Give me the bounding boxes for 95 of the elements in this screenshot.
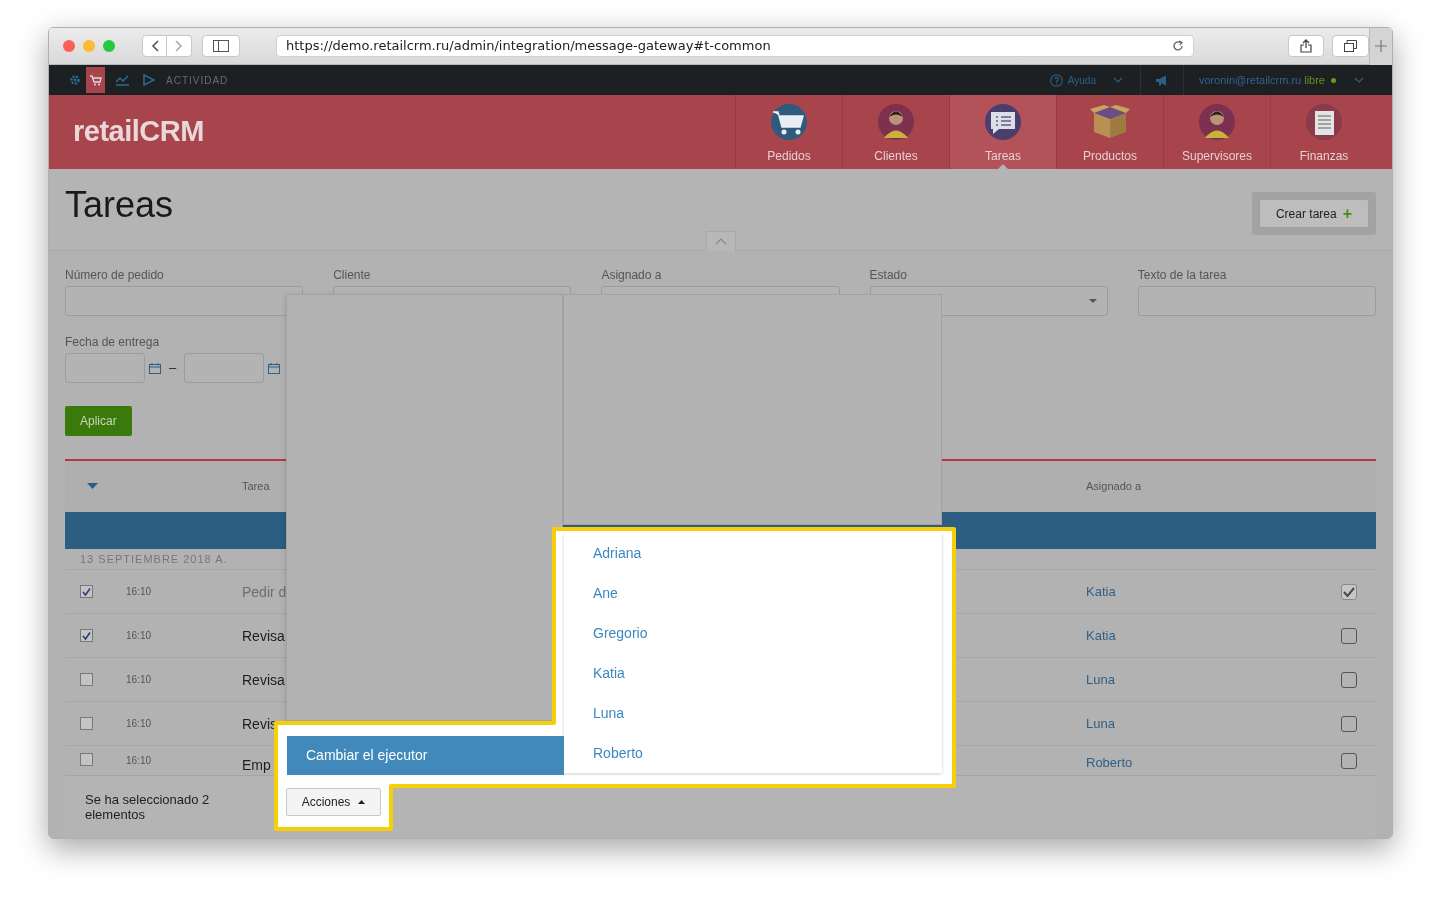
done-checkbox[interactable] — [1341, 671, 1357, 688]
row-checkbox[interactable] — [80, 753, 93, 766]
chevron-up-icon — [715, 238, 727, 245]
share-icon — [1300, 39, 1313, 53]
field-label: Texto de la tarea — [1137, 268, 1228, 282]
chevron-down-icon[interactable] — [1354, 77, 1364, 83]
sort-caret-icon[interactable] — [87, 483, 98, 489]
time-cell-text: 16:10 — [126, 754, 153, 768]
task-cell[interactable]: Emp — [242, 757, 271, 773]
assignee-cell[interactable]: Katia — [1086, 581, 1341, 602]
row-checkbox[interactable] — [80, 585, 93, 598]
logo[interactable]: retailCRM — [73, 110, 204, 154]
chart-icon[interactable] — [116, 74, 129, 86]
address-field[interactable]: https://demo.retailcrm.ru/admin/integration/message-gateway#t-common — [275, 35, 1195, 57]
done-checkbox[interactable] — [1341, 627, 1357, 644]
sidebar-button[interactable] — [202, 35, 240, 57]
check-icon — [82, 631, 91, 640]
nav-tab[interactable]: Supervisores — [1163, 95, 1270, 169]
person-icon — [1198, 103, 1236, 141]
assignee-cell[interactable]: Roberto — [1086, 753, 1341, 773]
share-button[interactable] — [1288, 35, 1325, 57]
task-cell[interactable]: Revisa — [242, 627, 285, 644]
menu-item[interactable]: Luna — [593, 702, 625, 724]
actions-button[interactable]: Acciones — [286, 788, 381, 816]
menu-item[interactable]: Adriana — [593, 542, 642, 564]
caret-down-icon — [1088, 299, 1097, 303]
person-icon — [877, 103, 915, 141]
play-icon[interactable] — [143, 74, 155, 86]
date-separator: – — [169, 359, 177, 378]
user-status: libre — [1304, 72, 1325, 88]
create-task-button[interactable]: Crear tarea + — [1258, 199, 1369, 228]
cart-icon — [770, 103, 808, 141]
back-button[interactable] — [142, 35, 167, 57]
orders-button[interactable] — [86, 67, 105, 93]
assignee-cell[interactable]: Luna — [1086, 669, 1341, 690]
caret-up-icon — [358, 800, 366, 804]
done-checkbox[interactable] — [1341, 715, 1357, 732]
back-icon — [150, 40, 159, 52]
field-label: Asignado a — [601, 268, 663, 282]
menu-item[interactable]: Ane — [593, 582, 618, 604]
task-cell[interactable]: Pedir d — [242, 583, 287, 600]
check-icon — [1343, 586, 1355, 597]
column-header[interactable]: Asignado a — [1086, 477, 1376, 495]
group-heading: 13 SEPTIEMBRE 2018 A. — [80, 551, 228, 567]
chevron-down-icon[interactable] — [1112, 77, 1123, 83]
menu-item[interactable]: Gregorio — [593, 622, 648, 644]
done-checkbox[interactable] — [1341, 753, 1357, 769]
box-icon — [1090, 105, 1130, 139]
forward-button[interactable] — [167, 35, 192, 57]
reload-icon[interactable] — [1172, 40, 1185, 52]
help-icon[interactable] — [1049, 73, 1063, 87]
tabs-icon — [1344, 40, 1358, 52]
time-cell-text: 16:10 — [126, 585, 153, 599]
task-cell[interactable]: Revisa — [242, 671, 285, 688]
menu-item[interactable]: Katia — [593, 662, 625, 684]
field-label: Estado — [869, 268, 908, 282]
selection-count: Se ha seleccionado 2 elementos — [85, 791, 211, 822]
time-cell-text: 16:10 — [126, 717, 153, 731]
calendar-icon[interactable] — [149, 362, 161, 374]
nav-tab[interactable]: Finanzas — [1270, 95, 1377, 169]
row-checkbox[interactable] — [80, 629, 93, 642]
menu-item[interactable]: Cambiar el ejecutor — [287, 736, 564, 775]
calendar-icon[interactable] — [268, 362, 281, 374]
done-checkbox[interactable] — [1341, 583, 1357, 600]
user-email[interactable]: voronin@retailcrm.ru — [1198, 71, 1302, 89]
tabs-button[interactable] — [1332, 35, 1370, 57]
cart-icon — [89, 74, 102, 86]
time-cell-text: 16:10 — [126, 629, 153, 643]
menu-item[interactable]: Roberto — [593, 742, 643, 764]
input-field[interactable] — [65, 286, 304, 316]
plus-icon — [1375, 40, 1387, 52]
field-label: Fecha de entrega — [65, 335, 161, 349]
check-icon — [82, 587, 91, 596]
page-title: Tareas — [65, 185, 175, 225]
apply-button[interactable]: Aplicar — [65, 406, 132, 436]
nav-tab[interactable]: Productos — [1056, 95, 1163, 169]
sidebar-icon — [213, 40, 229, 52]
assignee-cell[interactable]: Katia — [1086, 625, 1341, 646]
document-icon — [1305, 103, 1343, 141]
url-text: https://demo.retailcrm.ru/admin/integration/message-gateway#t-common — [285, 37, 772, 56]
nav-tab[interactable]: Pedidos — [735, 95, 842, 169]
time-cell-text: 16:10 — [126, 673, 153, 687]
gear-icon[interactable] — [69, 74, 81, 86]
nav-tab[interactable]: Tareas — [949, 95, 1056, 169]
chat-icon — [984, 103, 1022, 141]
megaphone-icon[interactable] — [1154, 74, 1169, 86]
section-link[interactable]: ACTIVIDAD — [166, 72, 229, 88]
field-label: Número de pedido — [65, 268, 165, 282]
assignee-cell[interactable]: Luna — [1086, 713, 1341, 734]
help-link[interactable]: Ayuda — [1067, 72, 1096, 88]
row-checkbox[interactable] — [80, 673, 93, 686]
window-controls-icon[interactable] — [63, 40, 115, 52]
field-label: Cliente — [333, 268, 372, 282]
row-checkbox[interactable] — [80, 717, 93, 730]
forward-icon — [175, 40, 183, 52]
